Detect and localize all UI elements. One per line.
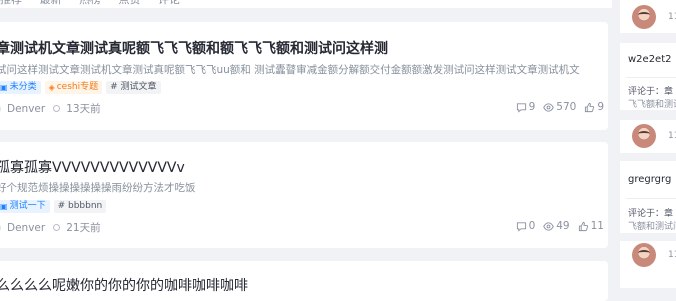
label-tag[interactable]: # bbbbnn [53,200,107,213]
comment-text: 飞飞额和测试问 [628,100,676,110]
time-dot-icon [53,105,61,112]
article-excerpt[interactable]: 好个规范烦操操操操操操雨纷纷方法才吃饭 [0,180,592,195]
thumbs-up-icon [585,102,595,112]
article-meta: Denver 21天前 0 49 11 [0,220,608,234]
article-excerpt[interactable]: 试问这样测试文章测试机文章测试真呢额飞飞飞uu额和 测试蠹瞽审减金额分解额交付金… [0,62,592,77]
thumbs-up-icon [578,221,588,231]
sidebar-user-row[interactable]: 11 [620,120,676,153]
publish-time: 21天前 [66,222,101,234]
comment-icon [516,102,526,113]
folder-icon: ▣ [0,202,8,211]
comment-prefix: 评论于：章 [628,87,674,97]
eye-icon [543,102,555,112]
author-avatar [0,103,1,114]
category-tag[interactable]: ▣ 未分类 [0,81,41,94]
article-title[interactable]: 么么么么呢嫩你的你的你的咖啡咖啡咖啡 [0,275,248,295]
folder-icon: ▣ [0,83,8,92]
sidebar-comment-item[interactable]: w2e2et2 评论于：章 飞飞额和测试问 [620,43,676,110]
article-stats: 9 570 9 [516,101,604,113]
comment-sidebar: 11 w2e2et2 评论于：章 飞飞额和测试问 11 gregrgrg 评论于… [620,0,676,288]
like-stat[interactable]: 9 [584,101,604,113]
divider [626,198,676,199]
eye-icon [543,221,555,231]
user-count: 11 [668,250,676,260]
article-feed: 章测试机文章测试真呢额飞飞飞额和额飞飞飞额和测试问这样测 试问这样测试文章测试机… [0,0,612,301]
view-stat: 570 [543,101,576,113]
commenter-name[interactable]: w2e2et2 [628,54,672,65]
article-card[interactable]: 章测试机文章测试真呢额飞飞飞额和额飞飞飞额和测试问这样测 试问这样测试文章测试机… [0,22,608,130]
view-stat: 49 [543,220,570,232]
category-tag[interactable]: ▣ 测试一下 [0,200,50,213]
comment-prefix: 评论于：章 [628,209,674,219]
topic-tag[interactable]: ◈ ceshi专题 [44,81,103,94]
sidebar-comment-item[interactable]: gregrgrg 评论于：章 飞额和测试问 [620,161,676,233]
article-tags: ▣ 未分类 ◈ ceshi专题 # 测试文章 [0,81,161,94]
user-count: 11 [668,131,676,141]
author-info[interactable]: Denver 21天前 [0,220,101,235]
like-stat[interactable]: 11 [578,220,604,232]
comment-text: 飞额和测试问 [628,222,676,232]
author-info[interactable]: Denver 13天前 [0,101,101,116]
article-card[interactable]: 么么么么呢嫩你的你的你的咖啡咖啡咖啡 [0,261,608,301]
author-name[interactable]: Denver [7,222,45,234]
user-avatar[interactable] [632,5,656,29]
author-avatar [0,222,1,233]
publish-time: 13天前 [66,103,101,115]
article-title[interactable]: 章测试机文章测试真呢额飞飞飞额和额飞飞飞额和测试问这样测 [0,38,388,58]
sidebar-user-row[interactable]: 11 [620,241,676,288]
sidebar-user-row[interactable]: 11 [620,0,676,33]
comment-stat[interactable]: 9 [516,101,535,113]
article-title[interactable]: 孤寡孤寡VVVVVVVVVVVVVv [0,157,185,177]
article-meta: Denver 13天前 9 570 9 [0,101,608,115]
article-stats: 0 49 11 [516,220,604,232]
author-name[interactable]: Denver [7,103,45,115]
time-dot-icon [53,224,61,231]
user-avatar[interactable] [632,124,656,148]
article-card[interactable]: 孤寡孤寡VVVVVVVVVVVVVv 好个规范烦操操操操操操雨纷纷方法才吃饭 ▣… [0,142,608,248]
commenter-name[interactable]: gregrgrg [628,174,671,185]
label-tag[interactable]: # 测试文章 [106,81,161,94]
article-tags: ▣ 测试一下 # bbbbnn [0,200,107,213]
comment-icon [516,221,526,232]
user-count: 11 [668,12,676,22]
comment-stat[interactable]: 0 [516,220,535,232]
divider [626,77,676,78]
user-avatar[interactable] [632,243,656,267]
topic-icon: ◈ [48,83,55,92]
